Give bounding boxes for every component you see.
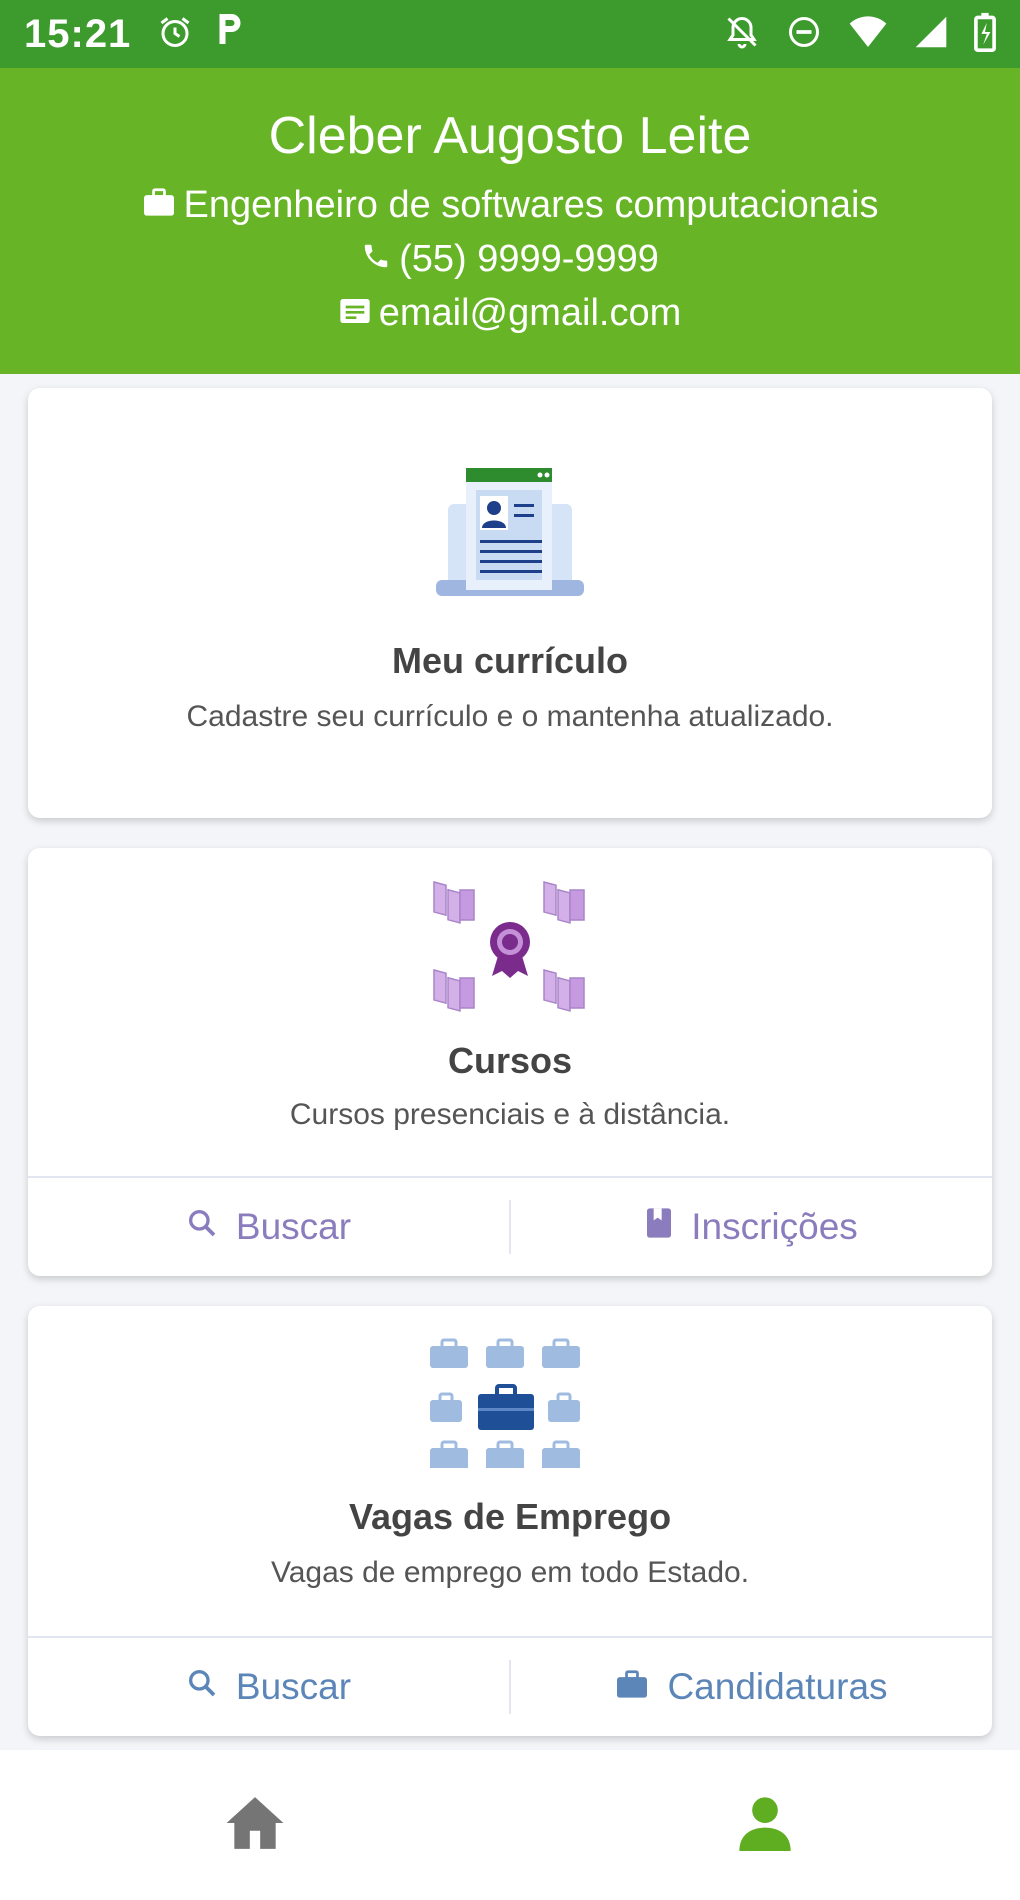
jobs-illustration-icon (430, 1338, 590, 1473)
resume-card-description: Cadastre seu currículo e o mantenha atua… (186, 700, 834, 733)
jobs-card-title: Vagas de Emprego (348, 1496, 672, 1537)
parking-icon (215, 11, 245, 57)
courses-card-description: Cursos presenciais e à distância. (289, 1098, 731, 1131)
bottom-navigation (0, 1750, 1020, 1900)
profile-header: Cleber Augosto Leite Engenheiro de softw… (0, 68, 1020, 374)
resume-illustration-icon (436, 468, 584, 613)
home-icon (224, 1794, 286, 1857)
search-icon (186, 1206, 218, 1248)
jobs-search-button[interactable]: Buscar (28, 1638, 509, 1736)
nav-home-tab[interactable] (0, 1750, 510, 1900)
nav-profile-tab[interactable] (510, 1750, 1020, 1900)
wifi-icon (848, 15, 888, 54)
main-content: Meu currículo Cadastre seu currículo e o… (0, 374, 1020, 1750)
courses-actions: Buscar Inscrições (28, 1176, 992, 1276)
profile-email-row: email@gmail.com (0, 292, 1020, 335)
courses-enrollments-label: Inscrições (691, 1206, 858, 1247)
jobs-search-label: Buscar (235, 1666, 352, 1707)
courses-illustration-icon (432, 878, 588, 1023)
person-icon (737, 1794, 793, 1857)
jobs-card[interactable]: Vagas de Emprego Vagas de emprego em tod… (28, 1306, 992, 1736)
courses-search-label: Buscar (235, 1206, 352, 1247)
profile-phone: (55) 9999-9999 (399, 238, 659, 280)
dnd-icon (786, 14, 822, 55)
courses-search-button[interactable]: Buscar (28, 1178, 509, 1276)
jobs-applications-button[interactable]: Candidaturas (511, 1638, 992, 1736)
resume-card[interactable]: Meu currículo Cadastre seu currículo e o… (28, 388, 992, 818)
courses-enrollments-button[interactable]: Inscrições (511, 1178, 992, 1276)
book-icon (645, 1206, 673, 1248)
profile-email: email@gmail.com (378, 292, 682, 334)
resume-card-title: Meu currículo (391, 640, 629, 681)
status-bar: 15:21 (0, 0, 1020, 68)
courses-card[interactable]: Cursos Cursos presenciais e à distância.… (28, 848, 992, 1276)
briefcase-icon (615, 1666, 649, 1708)
profile-occupation-row: Engenheiro de softwares computacionais (0, 184, 1020, 227)
jobs-actions: Buscar Candidaturas (28, 1636, 992, 1736)
courses-card-title: Cursos (447, 1040, 573, 1081)
status-time: 15:21 (24, 11, 132, 56)
profile-name: Cleber Augosto Leite (268, 107, 752, 165)
email-card-icon (339, 292, 371, 335)
notifications-off-icon (724, 13, 760, 56)
battery-charging-icon (974, 12, 996, 57)
search-icon (186, 1666, 218, 1708)
briefcase-icon (142, 184, 176, 227)
alarm-icon (157, 14, 193, 55)
profile-occupation: Engenheiro de softwares computacionais (183, 184, 879, 226)
profile-phone-row: (55) 9999-9999 (0, 238, 1020, 281)
jobs-applications-label: Candidaturas (667, 1666, 888, 1707)
jobs-card-description: Vagas de emprego em todo Estado. (270, 1556, 750, 1589)
phone-icon (361, 238, 391, 281)
signal-icon (914, 15, 948, 54)
